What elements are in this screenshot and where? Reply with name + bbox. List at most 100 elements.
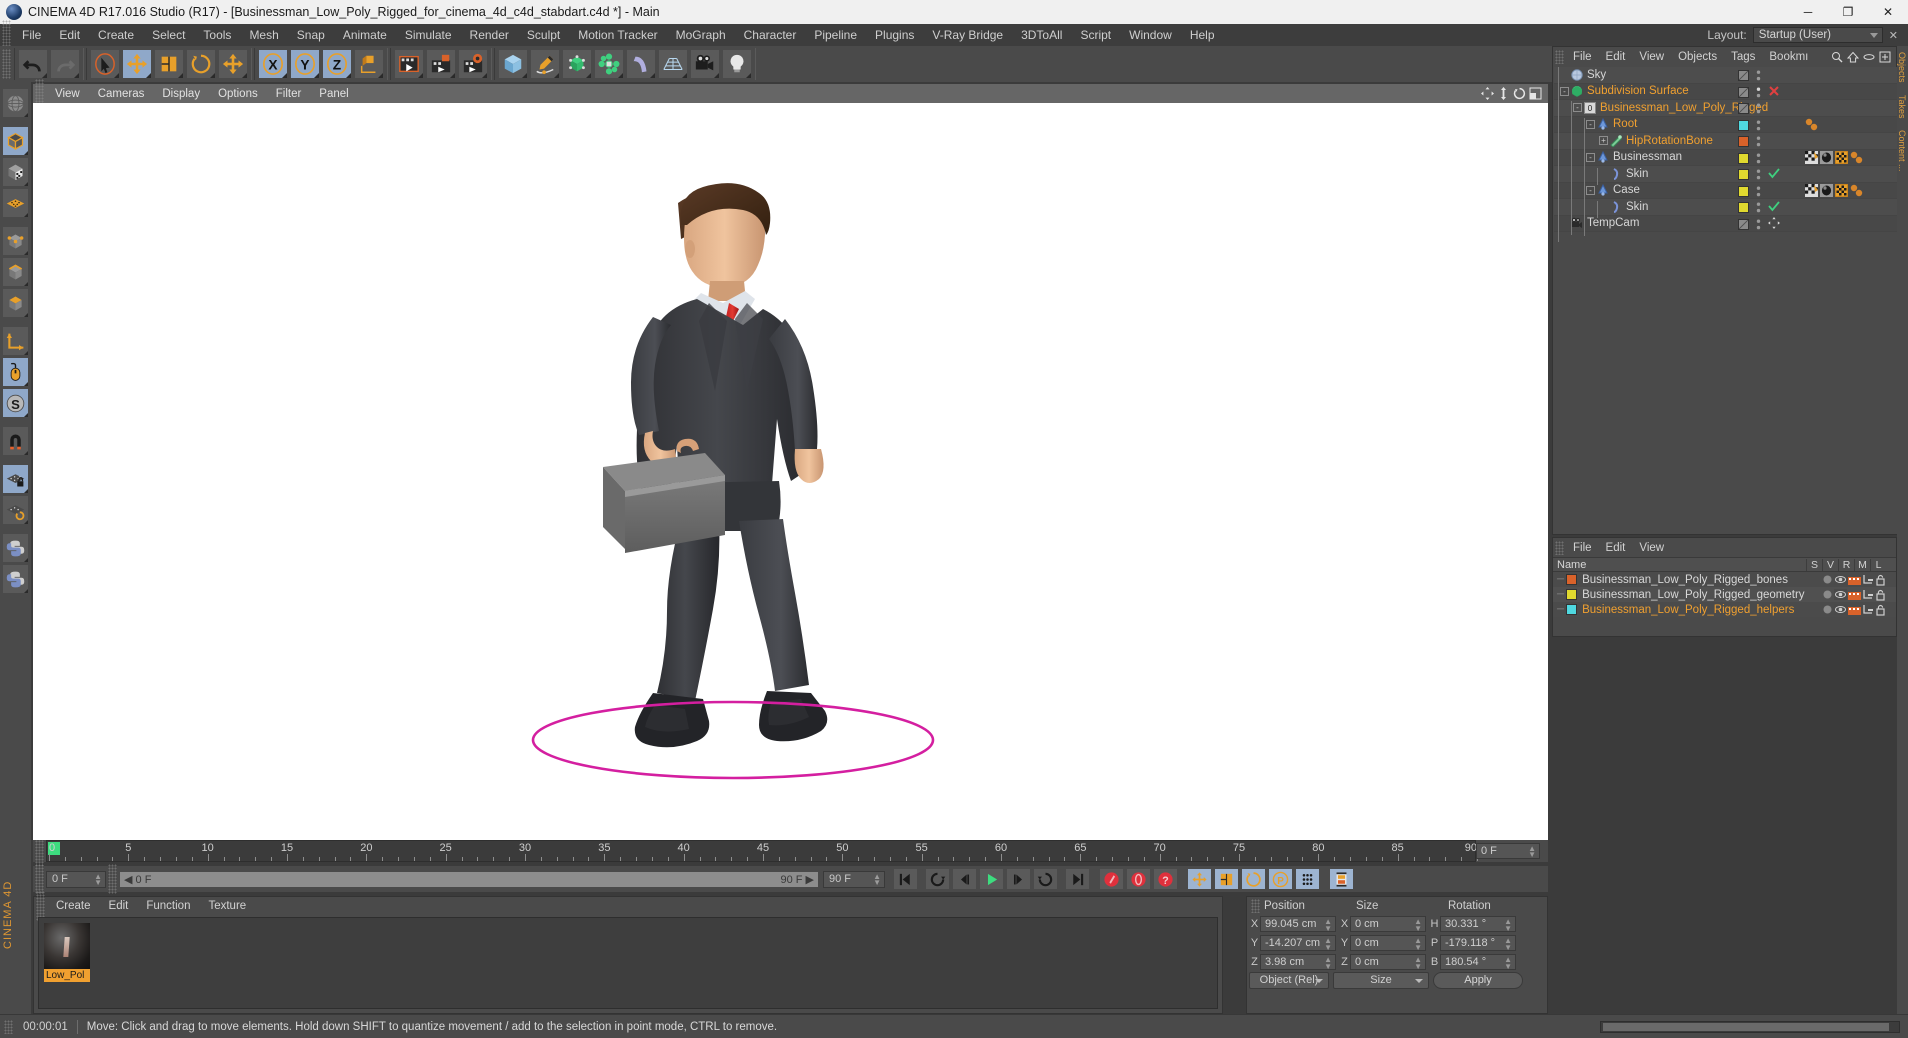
stepper-icon[interactable]: ▲ ▼ xyxy=(1324,936,1332,951)
layer-name[interactable]: Businessman_Low_Poly_Rigged_helpers xyxy=(1582,604,1794,616)
menu-item-plugins[interactable]: Plugins xyxy=(866,24,923,46)
play-button[interactable] xyxy=(979,868,1004,890)
go-to-end-button[interactable] xyxy=(1065,868,1090,890)
visibility-dots-toggle[interactable] xyxy=(1756,202,1761,216)
object-name[interactable]: Skin xyxy=(1626,201,1648,213)
stepper-icon[interactable]: ▲ ▼ xyxy=(873,872,881,886)
flyout-corner-icon[interactable] xyxy=(24,489,28,493)
layer-column-v[interactable]: V xyxy=(1822,558,1838,571)
flyout-corner-icon[interactable] xyxy=(242,73,247,78)
step-back-button[interactable] xyxy=(952,868,977,890)
lock-toggle-icon[interactable] xyxy=(1875,574,1886,586)
uv-tag[interactable] xyxy=(1805,184,1818,198)
select-tool-button[interactable] xyxy=(90,49,120,79)
flyout-corner-icon[interactable] xyxy=(618,73,623,78)
right-tab-objects[interactable]: Objects xyxy=(1897,46,1907,89)
visibility-dots-toggle[interactable] xyxy=(1756,136,1761,150)
tree-expander-toggle[interactable]: + xyxy=(1599,136,1608,146)
flyout-corner-icon[interactable] xyxy=(314,73,319,78)
position-y-field[interactable]: -14.207 cm ▲ ▼ xyxy=(1260,934,1336,951)
minimize-button[interactable]: ─ xyxy=(1788,0,1828,24)
position-z-field[interactable]: 3.98 cm ▲ ▼ xyxy=(1260,953,1336,970)
viewport-menu-view[interactable]: View xyxy=(46,88,89,100)
status-grip-handle[interactable] xyxy=(4,1019,13,1034)
solo-toggle-icon[interactable] xyxy=(1822,574,1833,585)
tree-expander-toggle[interactable]: - xyxy=(1586,152,1595,162)
visibility-dots-toggle[interactable] xyxy=(1756,120,1761,134)
axis-mode-button[interactable] xyxy=(2,326,29,356)
rotate-viewport-icon[interactable] xyxy=(1513,87,1526,100)
flyout-corner-icon[interactable] xyxy=(24,589,28,593)
scrollbar-thumb[interactable] xyxy=(1603,1022,1889,1031)
menu-item-mesh[interactable]: Mesh xyxy=(240,24,287,46)
add-light-button[interactable] xyxy=(722,49,752,79)
position-key-button[interactable] xyxy=(1187,868,1212,890)
flyout-corner-icon[interactable] xyxy=(522,73,527,78)
visibility-toggle-icon[interactable] xyxy=(1834,589,1847,600)
undo-button[interactable] xyxy=(18,49,48,79)
move-tool-button[interactable] xyxy=(122,49,152,79)
lock-toggle-icon[interactable] xyxy=(1875,589,1886,601)
object-tree-row[interactable]: - Case xyxy=(1554,182,1897,199)
add-camera-button[interactable] xyxy=(690,49,720,79)
maximize-viewport-icon[interactable] xyxy=(1529,87,1542,100)
render-toggle-icon[interactable] xyxy=(1848,604,1861,615)
viewport-menu-panel[interactable]: Panel xyxy=(310,88,357,100)
polygon-mode-button[interactable] xyxy=(2,288,29,318)
manager-toggle-icon[interactable] xyxy=(1862,574,1874,585)
layer-name[interactable]: Businessman_Low_Poly_Rigged_bones xyxy=(1582,574,1788,586)
viewport-menu-options[interactable]: Options xyxy=(209,88,267,100)
close-layout-icon[interactable]: ✕ xyxy=(1889,29,1898,42)
flyout-corner-icon[interactable] xyxy=(24,520,28,524)
add-cube-button[interactable] xyxy=(498,49,528,79)
layer-column-s[interactable]: S xyxy=(1806,558,1822,571)
solo-toggle-icon[interactable] xyxy=(1822,604,1833,615)
flyout-corner-icon[interactable] xyxy=(210,73,215,78)
lock-y-button[interactable]: Y xyxy=(290,49,320,79)
visibility-toggle-icon[interactable] xyxy=(1834,604,1847,615)
object-name[interactable]: Root xyxy=(1613,118,1637,130)
move-viewport-icon[interactable] xyxy=(1481,87,1494,100)
preview-range-slider[interactable]: ◀ 0 F 90 F ▶ xyxy=(119,870,819,888)
object-tree-row[interactable]: - Subdivision Surface xyxy=(1554,83,1897,100)
python-button-2[interactable] xyxy=(2,564,29,594)
model-mode-button[interactable] xyxy=(2,157,29,187)
flyout-corner-icon[interactable] xyxy=(24,113,28,117)
stepper-icon[interactable]: ▲ ▼ xyxy=(1414,955,1422,970)
menu-item-animate[interactable]: Animate xyxy=(334,24,396,46)
home-icon[interactable] xyxy=(1847,51,1859,63)
layer-column-r[interactable]: R xyxy=(1838,558,1854,571)
texture-mode-button[interactable] xyxy=(2,188,29,218)
rotation-b-field[interactable]: 180.54 ° ▲ ▼ xyxy=(1440,953,1516,970)
play-forward-loop-button[interactable] xyxy=(1033,868,1058,890)
size-z-field[interactable]: 0 cm ▲ ▼ xyxy=(1350,953,1426,970)
rotation-p-field[interactable]: -179.118 ° ▲ ▼ xyxy=(1440,934,1516,951)
close-button[interactable]: ✕ xyxy=(1868,0,1908,24)
menu-item-edit[interactable]: Edit xyxy=(50,24,89,46)
no-layer-swatch[interactable] xyxy=(1738,70,1749,81)
stepper-icon[interactable]: ▲ ▼ xyxy=(1504,955,1512,970)
menu-item-snap[interactable]: Snap xyxy=(288,24,334,46)
add-nurbs-button[interactable] xyxy=(562,49,592,79)
lock-workplane-button[interactable] xyxy=(2,464,29,494)
viewport-menu-cameras[interactable]: Cameras xyxy=(89,88,154,100)
add-array-button[interactable] xyxy=(594,49,624,79)
material-menu-function[interactable]: Function xyxy=(137,900,199,912)
flyout-corner-icon[interactable] xyxy=(24,313,28,317)
menu-item-character[interactable]: Character xyxy=(735,24,806,46)
world-object-coord-button[interactable] xyxy=(354,49,384,79)
tree-expander-toggle[interactable]: - xyxy=(1586,185,1595,195)
menu-item-3dtoall[interactable]: 3DToAll xyxy=(1012,24,1071,46)
object-name[interactable]: Subdivision Surface xyxy=(1587,85,1689,97)
flyout-corner-icon[interactable] xyxy=(24,451,28,455)
flyout-corner-icon[interactable] xyxy=(682,73,687,78)
redo-button[interactable] xyxy=(50,49,80,79)
object-status-icon[interactable] xyxy=(1768,85,1780,100)
object-tree-row[interactable]: - Businessman xyxy=(1554,149,1897,166)
material-menu-create[interactable]: Create xyxy=(47,900,100,912)
right-tab-takes[interactable]: Takes xyxy=(1897,89,1907,125)
flyout-corner-icon[interactable] xyxy=(24,413,28,417)
menu-item-file[interactable]: File xyxy=(13,24,50,46)
select-visible-button[interactable]: S xyxy=(2,388,29,418)
autokey-button[interactable] xyxy=(1126,868,1151,890)
